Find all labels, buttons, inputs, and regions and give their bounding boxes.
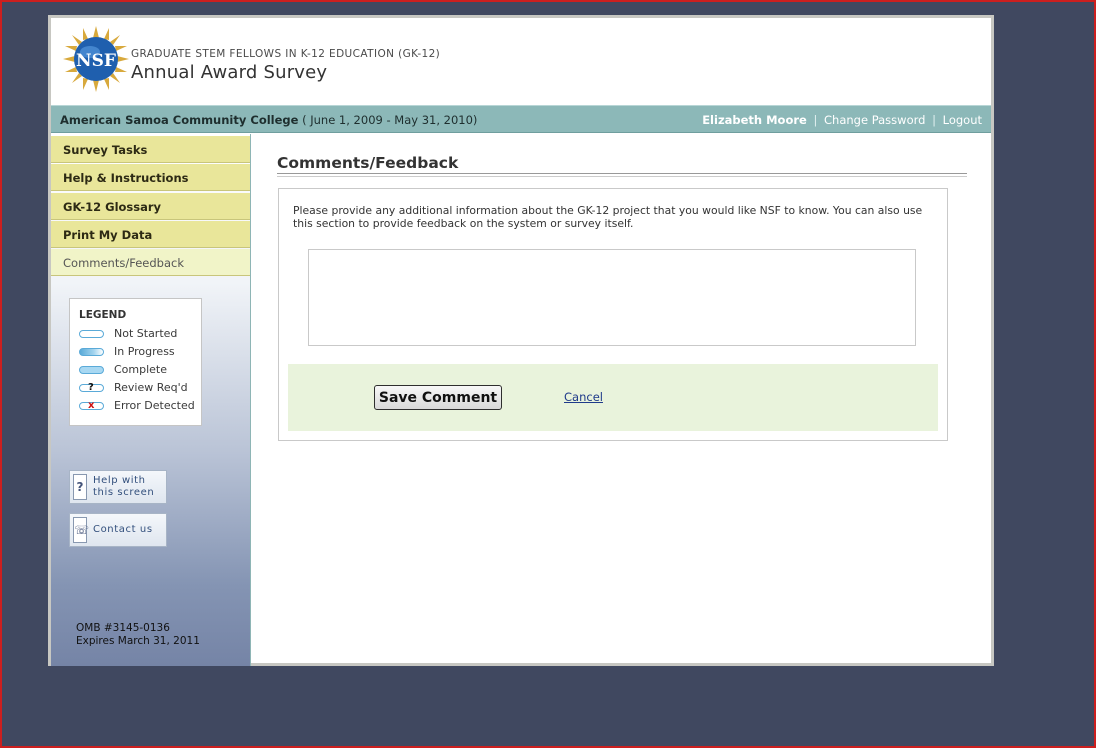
omb-expiry: Expires March 31, 2011 xyxy=(76,635,200,647)
sidebar-item-comments-feedback[interactable]: Comments/Feedback xyxy=(51,249,250,276)
form-instructions: Please provide any additional informatio… xyxy=(293,204,923,230)
survey-page: NSF GRADUATE STEM FELLOWS IN K-12 EDUCAT… xyxy=(48,15,994,666)
review-required-icon: ? xyxy=(79,382,104,393)
change-password-link[interactable]: Change Password xyxy=(824,113,925,127)
legend-label: Error Detected xyxy=(114,399,195,412)
contact-us-button[interactable]: ☏ Contact us xyxy=(69,513,167,547)
help-screen-button[interactable]: ? Help with this screen xyxy=(69,470,167,504)
program-subtitle: GRADUATE STEM FELLOWS IN K-12 EDUCATION … xyxy=(131,48,441,60)
not-started-icon xyxy=(79,330,104,338)
in-progress-icon xyxy=(79,348,104,356)
cancel-link[interactable]: Cancel xyxy=(564,390,603,404)
form-actions: Save Comment Cancel xyxy=(288,364,938,431)
legend-row-not-started: Not Started xyxy=(79,327,203,341)
legend-row-review: ? Review Req'd xyxy=(79,381,203,395)
page-title: Annual Award Survey xyxy=(131,62,328,83)
save-comment-button[interactable]: Save Comment xyxy=(374,385,502,410)
legend-row-complete: Complete xyxy=(79,363,203,377)
info-bar: American Samoa Community College ( June … xyxy=(51,105,991,133)
legend-label: Review Req'd xyxy=(114,381,188,394)
omb-notice: OMB #3145-0136 Expires March 31, 2011 xyxy=(76,622,200,648)
organization-name: American Samoa Community College xyxy=(60,113,299,127)
legend-label: Not Started xyxy=(114,327,178,340)
sidebar-item-print-data[interactable]: Print My Data xyxy=(51,221,250,248)
error-detected-icon: x xyxy=(79,400,104,411)
legend-label: Complete xyxy=(114,363,168,376)
page-header: NSF GRADUATE STEM FELLOWS IN K-12 EDUCAT… xyxy=(51,18,991,104)
user-name: Elizabeth Moore xyxy=(702,113,807,127)
legend-row-error: x Error Detected xyxy=(79,399,203,413)
sidebar-item-glossary[interactable]: GK-12 Glossary xyxy=(51,193,250,220)
complete-icon xyxy=(79,366,104,374)
user-links: Elizabeth Moore | Change Password | Logo… xyxy=(702,113,982,127)
award-info: American Samoa Community College ( June … xyxy=(60,113,477,127)
nsf-logo: NSF xyxy=(63,26,129,92)
phone-icon: ☏ xyxy=(73,517,89,543)
legend-label: In Progress xyxy=(114,345,175,358)
legend-title: LEGEND xyxy=(79,309,127,321)
sidebar-item-help-instructions[interactable]: Help & Instructions xyxy=(51,164,250,191)
link-separator: | xyxy=(813,113,818,127)
contact-us-label: Contact us xyxy=(93,524,153,535)
question-icon: ? xyxy=(73,474,87,500)
status-legend: LEGEND Not Started In Progress Complete … xyxy=(69,298,202,426)
comment-textarea[interactable] xyxy=(308,249,916,346)
section-title: Comments/Feedback xyxy=(277,154,459,172)
award-dates: ( June 1, 2009 - May 31, 2010) xyxy=(298,113,478,127)
comment-form: Please provide any additional informatio… xyxy=(278,188,948,441)
legend-row-in-progress: In Progress xyxy=(79,345,203,359)
link-separator: | xyxy=(932,113,936,127)
logout-link[interactable]: Logout xyxy=(943,113,982,127)
svg-text:NSF: NSF xyxy=(76,51,116,71)
help-screen-label: Help with this screen xyxy=(93,475,155,498)
sidebar: Survey Tasks Help & Instructions GK-12 G… xyxy=(51,134,251,666)
omb-number: OMB #3145-0136 xyxy=(76,622,170,634)
sidebar-item-survey-tasks[interactable]: Survey Tasks xyxy=(51,136,250,163)
title-divider xyxy=(277,173,967,177)
